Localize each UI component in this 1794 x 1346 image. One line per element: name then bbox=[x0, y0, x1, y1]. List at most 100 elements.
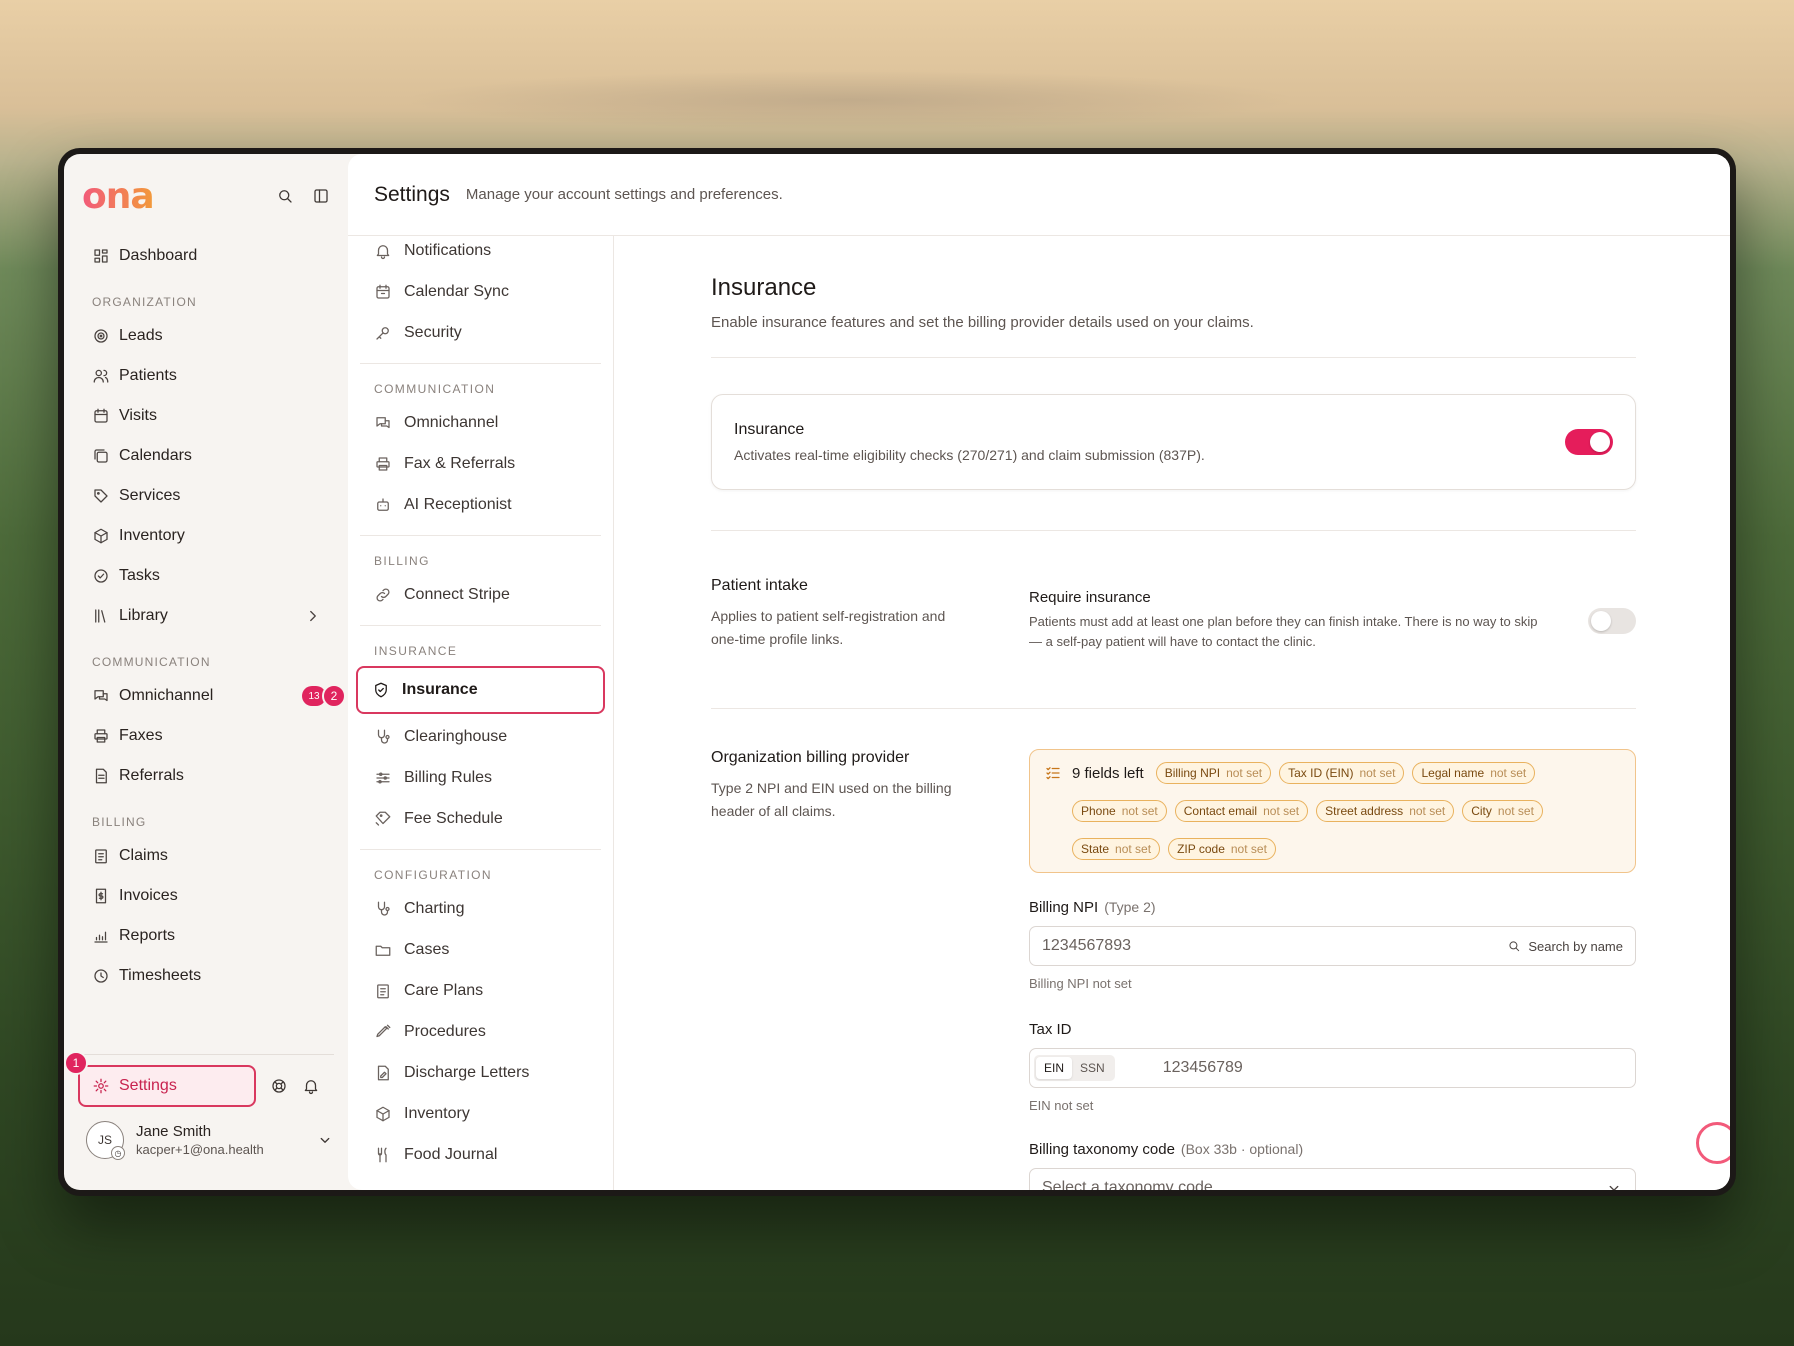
tax-id-input[interactable]: EIN SSN 123456789 bbox=[1029, 1048, 1636, 1088]
subnav-item-security[interactable]: Security bbox=[360, 312, 601, 353]
require-insurance-subtitle: Patients must add at least one plan befo… bbox=[1029, 614, 1538, 649]
app-window: ona Dashboard ORGANIZATION Leads Patient… bbox=[58, 148, 1736, 1196]
require-insurance-toggle[interactable] bbox=[1588, 607, 1636, 634]
subnav-item-connect-stripe[interactable]: Connect Stripe bbox=[360, 574, 601, 615]
subnav-item-fax-referrals[interactable]: Fax & Referrals bbox=[360, 443, 601, 484]
sidebar-item-label: Reports bbox=[119, 927, 176, 944]
search-by-name-button[interactable]: Search by name bbox=[1507, 939, 1623, 954]
sidebar-toggle-icon[interactable] bbox=[312, 187, 330, 205]
subnav-item-clearinghouse[interactable]: Clearinghouse bbox=[360, 716, 601, 757]
sidebar-item-tasks[interactable]: Tasks bbox=[82, 556, 330, 596]
bell-icon[interactable] bbox=[302, 1077, 320, 1095]
sidebar-item-timesheets[interactable]: Timesheets bbox=[82, 956, 330, 996]
subnav-item-food-journal[interactable]: Food Journal bbox=[360, 1134, 601, 1175]
chip-status: not set bbox=[1263, 804, 1300, 818]
sidebar-item-omnichannel[interactable]: Omnichannel 13 2 bbox=[82, 676, 346, 716]
subnav-item-care-plans[interactable]: Care Plans bbox=[360, 970, 601, 1011]
tax-id-type-ein[interactable]: EIN bbox=[1036, 1057, 1073, 1079]
divider bbox=[360, 625, 601, 626]
patient-intake-section: Patient intake Applies to patient self-r… bbox=[711, 577, 1636, 652]
chip-status: not set bbox=[1497, 804, 1534, 818]
users-icon bbox=[92, 367, 110, 385]
chevron-right-icon[interactable] bbox=[304, 607, 322, 625]
document-edit-icon bbox=[374, 1064, 392, 1082]
sidebar-item-settings[interactable]: 1 Settings bbox=[64, 1051, 256, 1107]
subnav-section-title: BILLING bbox=[374, 554, 430, 568]
insurance-toggle-card: Insurance Activates real-time eligibilit… bbox=[711, 394, 1636, 490]
subnav-item-insurance[interactable]: Insurance bbox=[356, 666, 605, 714]
sidebar-footer: 1 Settings JS ◷ Jane Smith kacper+1@ona.… bbox=[64, 1051, 334, 1160]
tax-id-type-ssn[interactable]: SSN bbox=[1072, 1057, 1113, 1079]
divider bbox=[711, 357, 1636, 358]
settings-subnav: Notifications Calendar Sync Security COM… bbox=[348, 236, 614, 1190]
taxonomy-select[interactable]: Select a taxonomy code bbox=[1029, 1168, 1636, 1190]
subnav-item-charting[interactable]: Charting bbox=[360, 888, 601, 929]
sidebar-item-faxes[interactable]: Faxes bbox=[82, 716, 330, 756]
subnav-item-discharge-letters[interactable]: Discharge Letters bbox=[360, 1052, 601, 1093]
billing-npi-input[interactable]: 1234567893 Search by name bbox=[1029, 926, 1636, 966]
subnav-item-label: Notifications bbox=[404, 241, 492, 259]
section-title: Insurance bbox=[711, 274, 817, 301]
subnav-item-calendar-sync[interactable]: Calendar Sync bbox=[360, 271, 601, 312]
calendar-icon bbox=[92, 407, 110, 425]
missing-field-chip[interactable]: City not set bbox=[1462, 800, 1543, 822]
chevron-down-icon[interactable] bbox=[316, 1131, 334, 1149]
subnav-item-ai-receptionist[interactable]: AI Receptionist bbox=[360, 484, 601, 525]
tax-id-placeholder: 123456789 bbox=[1162, 1059, 1243, 1076]
help-icon[interactable] bbox=[270, 1077, 288, 1095]
chip-label: Legal name bbox=[1421, 766, 1485, 780]
insurance-toggle[interactable] bbox=[1565, 429, 1613, 455]
missing-field-chip[interactable]: Billing NPI not set bbox=[1155, 762, 1272, 784]
subnav-item-billing-rules[interactable]: Billing Rules bbox=[360, 757, 601, 798]
subnav-item-fee-schedule[interactable]: Fee Schedule bbox=[360, 798, 601, 839]
require-insurance-title: Require insurance bbox=[1029, 589, 1151, 606]
divider bbox=[711, 708, 1636, 709]
sidebar-item-inventory[interactable]: Inventory bbox=[82, 516, 330, 556]
brand-row: ona bbox=[82, 176, 330, 217]
sidebar-item-referrals[interactable]: Referrals bbox=[82, 756, 330, 796]
sidebar-item-reports[interactable]: Reports bbox=[82, 916, 330, 956]
sidebar-item-label: Patients bbox=[119, 367, 177, 384]
sidebar-item-services[interactable]: Services bbox=[82, 476, 330, 516]
gear-icon bbox=[92, 1077, 110, 1095]
sidebar-item-label: Visits bbox=[119, 407, 157, 424]
chart-icon bbox=[92, 927, 110, 945]
tag-icon bbox=[92, 487, 110, 505]
subnav-item-procedures[interactable]: Procedures bbox=[360, 1011, 601, 1052]
card-subtitle: Activates real-time eligibility checks (… bbox=[734, 447, 1205, 463]
sidebar-item-label: Invoices bbox=[119, 887, 178, 904]
bell-icon bbox=[374, 242, 392, 260]
sidebar-item-dashboard[interactable]: Dashboard bbox=[82, 236, 330, 276]
sidebar-item-invoices[interactable]: Invoices bbox=[82, 876, 330, 916]
missing-field-chip[interactable]: Tax ID (EIN) not set bbox=[1279, 762, 1405, 784]
subnav-item-label: Billing Rules bbox=[404, 768, 493, 786]
sidebar-item-library[interactable]: Library bbox=[82, 596, 330, 636]
stethoscope-icon bbox=[374, 728, 392, 746]
billing-provider-title: Organization billing provider bbox=[711, 749, 910, 766]
user-menu[interactable]: JS ◷ Jane Smith kacper+1@ona.health bbox=[78, 1121, 334, 1160]
sidebar-item-claims[interactable]: Claims bbox=[82, 836, 330, 876]
subnav-item-cases[interactable]: Cases bbox=[360, 929, 601, 970]
sidebar-item-patients[interactable]: Patients bbox=[82, 356, 330, 396]
missing-field-chip[interactable]: Legal name not set bbox=[1412, 762, 1536, 784]
subnav-item-label: Omnichannel bbox=[404, 413, 499, 431]
sidebar-item-leads[interactable]: Leads bbox=[82, 316, 330, 356]
missing-field-chip[interactable]: Street address not set bbox=[1316, 800, 1455, 822]
chat-launcher-button[interactable] bbox=[1696, 1122, 1730, 1164]
search-icon[interactable] bbox=[276, 187, 294, 205]
avatar: JS ◷ bbox=[86, 1121, 125, 1160]
sidebar-item-visits[interactable]: Visits bbox=[82, 396, 330, 436]
user-name: Jane Smith bbox=[136, 1123, 212, 1140]
card-title: Insurance bbox=[734, 421, 805, 438]
page-header: Settings Manage your account settings an… bbox=[348, 154, 1730, 236]
missing-field-chip[interactable]: Contact email not set bbox=[1174, 800, 1309, 822]
calendar-sync-icon bbox=[374, 283, 392, 301]
missing-field-chip[interactable]: ZIP code not set bbox=[1168, 838, 1276, 860]
sidebar-item-calendars[interactable]: Calendars bbox=[82, 436, 330, 476]
missing-field-chip[interactable]: State not set bbox=[1072, 838, 1161, 860]
subnav-item-inventory[interactable]: Inventory bbox=[360, 1093, 601, 1134]
subnav-item-omnichannel[interactable]: Omnichannel bbox=[360, 402, 601, 443]
chip-label: Phone bbox=[1081, 804, 1116, 818]
missing-field-chip[interactable]: Phone not set bbox=[1072, 800, 1167, 822]
subnav-item-notifications[interactable]: Notifications bbox=[360, 236, 601, 271]
